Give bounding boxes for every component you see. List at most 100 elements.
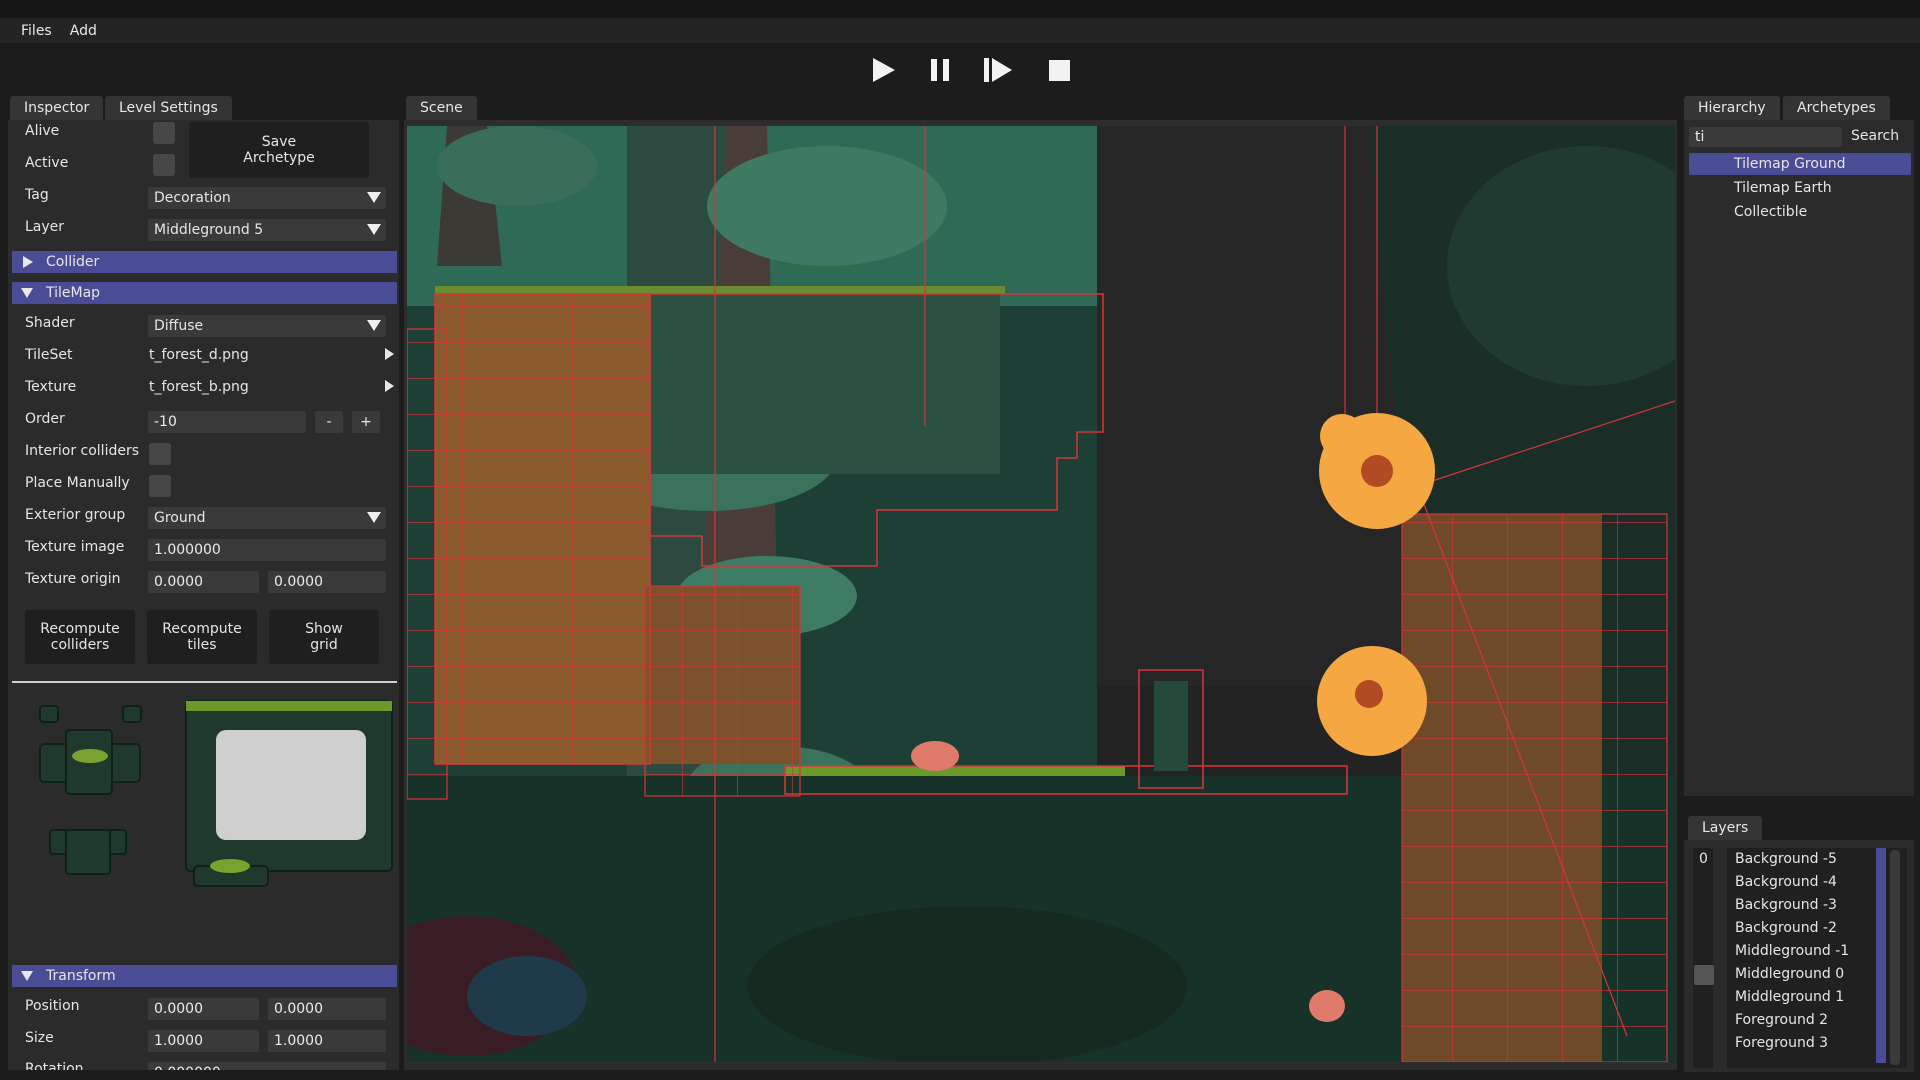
interior-colliders-checkbox[interactable] bbox=[149, 443, 171, 465]
layer-index-column bbox=[1693, 848, 1713, 1068]
position-x-input[interactable]: 0.0000 bbox=[148, 998, 259, 1020]
tilemap-section-title: TileMap bbox=[46, 285, 101, 301]
chevron-down-icon bbox=[367, 512, 381, 523]
layer-item[interactable]: Background -5 bbox=[1730, 848, 1876, 871]
rotation-input[interactable]: 0.000000 bbox=[148, 1062, 386, 1070]
texture-origin-x-input[interactable]: 0.0000 bbox=[148, 571, 259, 593]
tileset-preview[interactable] bbox=[38, 698, 398, 898]
inspector-content: Alive Active Save Archetype Tag Decorati… bbox=[8, 120, 399, 1070]
menu-files[interactable]: Files bbox=[12, 23, 61, 39]
tab-hierarchy[interactable]: Hierarchy bbox=[1684, 96, 1780, 120]
divider bbox=[12, 681, 397, 683]
playback-toolbar bbox=[0, 43, 1920, 95]
pause-button[interactable] bbox=[923, 55, 957, 85]
hierarchy-search-input[interactable]: ti bbox=[1689, 127, 1842, 147]
collider-section-title: Collider bbox=[46, 254, 100, 270]
layer-item[interactable]: Background -3 bbox=[1730, 894, 1876, 917]
texture-origin-label: Texture origin bbox=[25, 571, 121, 587]
hierarchy-item[interactable]: Tilemap Earth bbox=[1689, 177, 1911, 199]
place-manually-label: Place Manually bbox=[25, 475, 130, 491]
tab-inspector[interactable]: Inspector bbox=[10, 96, 104, 120]
size-x-input[interactable]: 1.0000 bbox=[148, 1030, 259, 1052]
alive-checkbox[interactable] bbox=[153, 122, 175, 144]
chevron-down-icon bbox=[21, 971, 33, 981]
texture-label: Texture bbox=[25, 379, 77, 395]
chevron-down-icon bbox=[367, 192, 381, 203]
tab-scene[interactable]: Scene bbox=[406, 96, 477, 120]
chevron-right-icon bbox=[23, 256, 33, 268]
order-decrement-button[interactable]: - bbox=[315, 411, 343, 433]
layer-item[interactable]: Middleground 1 bbox=[1730, 986, 1876, 1009]
layer-index: 0 bbox=[1699, 851, 1708, 867]
hierarchy-item[interactable]: Tilemap Ground bbox=[1689, 153, 1911, 175]
layers-scrollbar[interactable] bbox=[1890, 850, 1900, 1065]
size-label: Size bbox=[25, 1030, 54, 1046]
active-checkbox[interactable] bbox=[153, 154, 175, 176]
alive-label: Alive bbox=[25, 123, 60, 139]
stop-button[interactable] bbox=[1042, 55, 1076, 85]
search-button[interactable]: Search bbox=[1851, 128, 1899, 144]
scene-viewport[interactable] bbox=[407, 126, 1675, 1062]
chevron-down-icon bbox=[21, 288, 33, 298]
tilemap-section-header[interactable]: TileMap bbox=[12, 282, 397, 304]
tab-archetypes[interactable]: Archetypes bbox=[1783, 96, 1890, 120]
play-icon bbox=[873, 58, 895, 82]
position-label: Position bbox=[25, 998, 80, 1014]
order-label: Order bbox=[25, 411, 65, 427]
menu-bar: Files Add bbox=[0, 18, 1920, 43]
hierarchy-item[interactable]: Collectible bbox=[1689, 201, 1911, 223]
order-input[interactable]: -10 bbox=[148, 411, 306, 433]
tileset-expand-icon[interactable] bbox=[385, 348, 394, 360]
tag-label: Tag bbox=[25, 187, 49, 203]
tileset-value: t_forest_d.png bbox=[149, 347, 249, 363]
tag-dropdown[interactable]: Decoration bbox=[148, 187, 386, 209]
tileset-label: TileSet bbox=[25, 347, 73, 363]
transform-section-title: Transform bbox=[46, 968, 116, 984]
place-manually-checkbox[interactable] bbox=[149, 475, 171, 497]
order-increment-button[interactable]: + bbox=[352, 411, 380, 433]
tag-value: Decoration bbox=[154, 190, 231, 206]
layer-item[interactable]: Middleground -1 bbox=[1730, 940, 1876, 963]
position-y-input[interactable]: 0.0000 bbox=[268, 998, 386, 1020]
layer-value: Middleground 5 bbox=[154, 222, 264, 238]
chevron-down-icon bbox=[367, 320, 381, 331]
layer-item[interactable]: Foreground 2 bbox=[1730, 1009, 1876, 1032]
recompute-colliders-button[interactable]: Recompute colliders bbox=[25, 610, 135, 664]
layer-item[interactable]: Background -4 bbox=[1730, 871, 1876, 894]
layer-index-handle[interactable] bbox=[1694, 965, 1714, 985]
mushroom-character bbox=[911, 741, 959, 771]
layer-item[interactable]: Middleground 0 bbox=[1730, 963, 1876, 986]
exterior-group-value: Ground bbox=[154, 510, 206, 526]
active-label: Active bbox=[25, 155, 69, 171]
size-y-input[interactable]: 1.0000 bbox=[268, 1030, 386, 1052]
layer-dropdown[interactable]: Middleground 5 bbox=[148, 219, 386, 241]
layer-label: Layer bbox=[25, 219, 65, 235]
exterior-group-dropdown[interactable]: Ground bbox=[148, 507, 386, 529]
interior-colliders-label: Interior colliders bbox=[25, 443, 140, 459]
tab-layers[interactable]: Layers bbox=[1688, 816, 1763, 840]
window-top-strip bbox=[0, 0, 1920, 18]
play-button[interactable] bbox=[866, 55, 900, 85]
texture-image-input[interactable]: 1.000000 bbox=[148, 539, 386, 561]
show-grid-button[interactable]: Show grid bbox=[269, 610, 379, 664]
layer-item[interactable]: Background -2 bbox=[1730, 917, 1876, 940]
shader-value: Diffuse bbox=[154, 318, 204, 334]
texture-expand-icon[interactable] bbox=[385, 380, 394, 392]
shader-dropdown[interactable]: Diffuse bbox=[148, 315, 386, 337]
recompute-tiles-button[interactable]: Recompute tiles bbox=[147, 610, 257, 664]
step-forward-icon bbox=[984, 58, 1012, 82]
tab-level-settings[interactable]: Level Settings bbox=[105, 96, 232, 120]
step-button[interactable] bbox=[981, 55, 1015, 85]
exterior-group-label: Exterior group bbox=[25, 507, 126, 523]
texture-image-label: Texture image bbox=[25, 539, 125, 555]
layer-item[interactable]: Foreground 3 bbox=[1730, 1032, 1876, 1055]
layers-selection-bar bbox=[1876, 848, 1886, 1063]
collider-section-header[interactable]: Collider bbox=[12, 251, 397, 273]
transform-section-header[interactable]: Transform bbox=[12, 965, 397, 987]
save-archetype-button[interactable]: Save Archetype bbox=[189, 122, 369, 178]
rotation-label: Rotation bbox=[25, 1061, 84, 1070]
menu-add[interactable]: Add bbox=[61, 23, 106, 39]
chevron-down-icon bbox=[367, 224, 381, 235]
texture-origin-y-input[interactable]: 0.0000 bbox=[268, 571, 386, 593]
texture-value: t_forest_b.png bbox=[149, 379, 249, 395]
